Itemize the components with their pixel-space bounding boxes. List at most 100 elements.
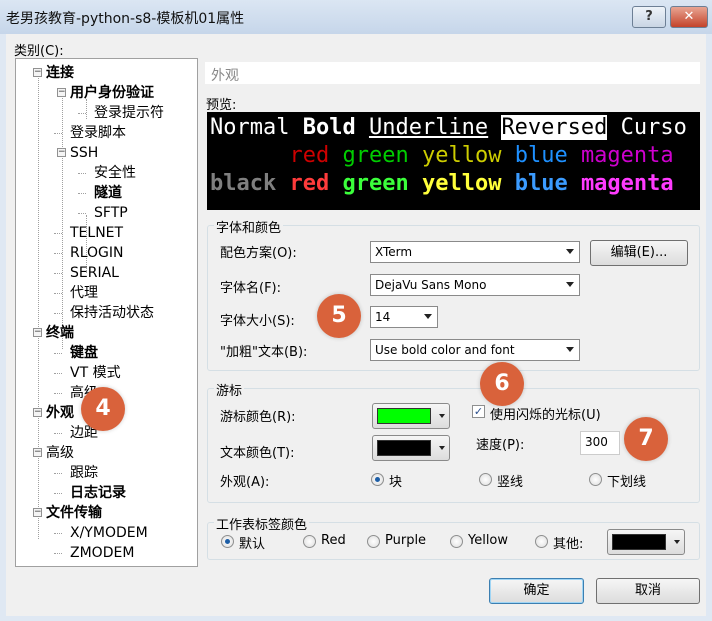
speed-input[interactable]: 300: [580, 431, 620, 455]
font-group-title: 字体和颜色: [214, 217, 284, 236]
bold-text-select[interactable]: Use bold color and font: [370, 339, 580, 361]
tree-connector: [54, 273, 62, 274]
tree-item[interactable]: 高级: [46, 444, 74, 462]
tree-guide-line: [86, 99, 87, 119]
scheme-label: 配色方案(O):: [220, 246, 297, 261]
chevron-down-icon: [566, 347, 574, 352]
tree-item[interactable]: 日志记录: [70, 484, 126, 502]
tab-color-default-radio[interactable]: [221, 535, 234, 548]
font-value: DejaVu Sans Mono: [375, 278, 487, 292]
tab-color-yellow-label: Yellow: [468, 533, 509, 548]
preview-line-styles: Normal Bold Underline Reversed Curso: [210, 114, 697, 142]
collapse-icon[interactable]: −: [57, 148, 66, 157]
tab-color-other-label: 其他:: [553, 537, 584, 552]
preview-color-magenta: magenta: [580, 143, 674, 168]
collapse-icon[interactable]: −: [33, 328, 42, 337]
preview-color-green: green: [342, 171, 409, 196]
tree-item[interactable]: TELNET: [70, 224, 123, 242]
shape-bar-radio[interactable]: [479, 473, 492, 486]
preview-color-magenta: magenta: [580, 171, 674, 196]
tree-connector: [78, 173, 86, 174]
cursor-color-label: 游标颜色(R):: [220, 410, 296, 425]
scheme-value: XTerm: [375, 245, 413, 259]
tree-item[interactable]: 连接: [46, 64, 74, 82]
collapse-icon[interactable]: −: [33, 408, 42, 417]
preview-color-blue: blue: [514, 143, 568, 168]
size-value: 14: [375, 310, 391, 324]
tab-color-other-radio[interactable]: [535, 535, 548, 548]
tree-item[interactable]: 隧道: [94, 184, 122, 202]
tree-item[interactable]: ZMODEM: [70, 544, 134, 562]
tree-connector: [54, 553, 62, 554]
tree-item[interactable]: VT 模式: [70, 364, 121, 382]
preview-color-red: red: [289, 171, 330, 196]
tree-item[interactable]: 保持活动状态: [70, 304, 154, 322]
chevron-down-icon: [439, 414, 445, 418]
tree-connector: [54, 433, 62, 434]
collapse-icon[interactable]: −: [33, 448, 42, 457]
tree-connector: [54, 233, 62, 234]
tree-item[interactable]: 文件传输: [46, 504, 102, 522]
tree-item[interactable]: 登录脚本: [70, 124, 126, 142]
tree-item[interactable]: 键盘: [70, 344, 98, 362]
shape-block-radio[interactable]: [371, 473, 384, 486]
tree-item[interactable]: 用户身份验证: [70, 84, 154, 102]
chevron-down-icon: [566, 282, 574, 287]
tree-item[interactable]: SSH: [70, 144, 98, 162]
preview-pane: Normal Bold Underline Reversed Curso blac…: [207, 112, 700, 210]
tab-color-yellow-radio[interactable]: [450, 535, 463, 548]
edit-scheme-button[interactable]: 编辑(E)...: [590, 240, 688, 266]
preview-color-blue: blue: [514, 171, 568, 196]
preview-reversed: Reversed: [501, 115, 608, 140]
tree-connector: [54, 373, 62, 374]
tab-color-red-radio[interactable]: [303, 535, 316, 548]
tab-color-group-title: 工作表标签颜色: [214, 514, 310, 533]
cursor-color-picker[interactable]: [372, 403, 450, 429]
preview-color-green: green: [342, 143, 409, 168]
tree-connector: [54, 313, 62, 314]
tree-item[interactable]: 外观: [46, 404, 74, 422]
tree-item[interactable]: SERIAL: [70, 264, 119, 282]
tree-item[interactable]: 代理: [70, 284, 98, 302]
collapse-icon[interactable]: −: [33, 68, 42, 77]
cancel-button[interactable]: 取消: [596, 578, 700, 604]
collapse-icon[interactable]: −: [57, 88, 66, 97]
ok-button[interactable]: 确定: [489, 578, 584, 604]
size-select[interactable]: 14: [370, 306, 438, 328]
tab-color-purple-label: Purple: [385, 533, 427, 548]
font-select[interactable]: DejaVu Sans Mono: [370, 274, 580, 296]
blink-label: 使用闪烁的光标(U): [490, 408, 601, 423]
tree-guide-line: [38, 71, 39, 539]
tree-item[interactable]: 登录提示符: [94, 104, 164, 122]
blink-checkbox[interactable]: ✓: [472, 405, 485, 418]
tab-color-picker[interactable]: [607, 529, 685, 555]
category-tree[interactable]: − 连接 − 用户身份验证 登录提示符 登录脚本 − SSH 安全性 隧道 SFTP TELNET RL…: [15, 58, 198, 567]
shape-underline-radio[interactable]: [589, 473, 602, 486]
tab-color-purple-radio[interactable]: [367, 535, 380, 548]
help-button[interactable]: ?: [632, 6, 666, 28]
tree-item[interactable]: X/YMODEM: [70, 524, 148, 542]
preview-cursor: Curso: [620, 115, 687, 140]
tab-color-swatch: [612, 534, 666, 550]
chevron-down-icon: [566, 249, 574, 254]
collapse-icon[interactable]: −: [33, 508, 42, 517]
scheme-select[interactable]: XTerm: [370, 241, 580, 263]
text-color-picker[interactable]: [372, 435, 450, 461]
shape-block-label: 块: [389, 475, 403, 490]
tree-item[interactable]: SFTP: [94, 204, 128, 222]
tree-item[interactable]: 终端: [46, 324, 74, 342]
close-button[interactable]: ✕: [670, 6, 708, 28]
tree-connector: [54, 133, 62, 134]
tree-item[interactable]: 安全性: [94, 164, 136, 182]
tab-color-default-label: 默认: [239, 537, 266, 552]
shape-underline-label: 下划线: [607, 475, 647, 490]
preview-underline: Underline: [368, 115, 489, 140]
tree-item[interactable]: RLOGIN: [70, 244, 124, 262]
tree-item[interactable]: 跟踪: [70, 464, 98, 482]
